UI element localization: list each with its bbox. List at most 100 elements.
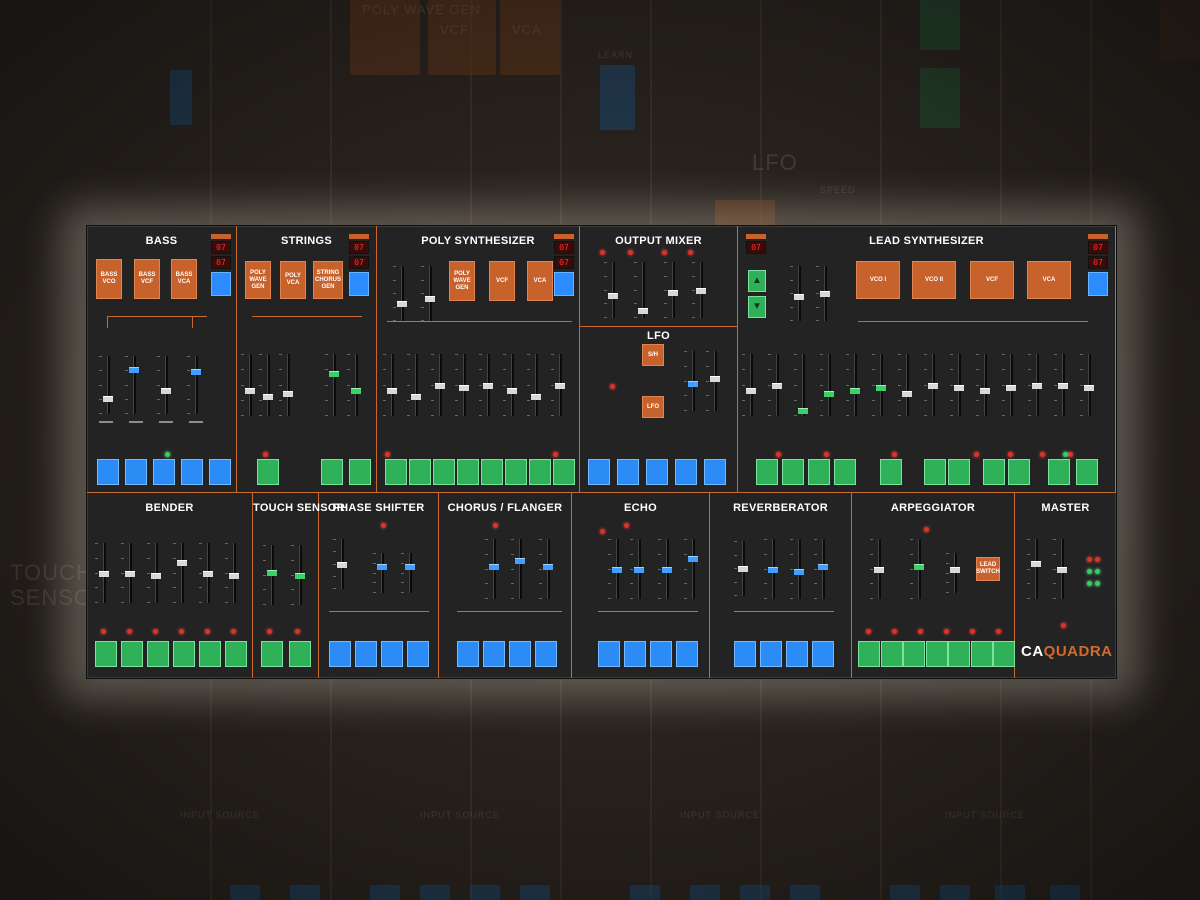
pad-button[interactable] bbox=[355, 641, 377, 667]
slider-knob[interactable] bbox=[902, 391, 912, 397]
slider-knob[interactable] bbox=[283, 391, 293, 397]
module-box[interactable]: POLY WAVE GEN bbox=[245, 261, 271, 299]
range-selector[interactable]: 07 07 bbox=[211, 234, 231, 296]
pad-button[interactable] bbox=[385, 459, 407, 485]
slider[interactable] bbox=[333, 539, 347, 589]
slider-knob[interactable] bbox=[798, 408, 808, 414]
slider-knob[interactable] bbox=[746, 388, 756, 394]
pad-button[interactable] bbox=[903, 641, 925, 667]
pad-button[interactable] bbox=[834, 459, 856, 485]
slider[interactable] bbox=[1080, 354, 1094, 416]
up-arrow-button[interactable]: ▲ bbox=[748, 270, 766, 292]
slider[interactable] bbox=[684, 539, 698, 599]
module-box[interactable]: VCA bbox=[1027, 261, 1071, 299]
pad-button[interactable] bbox=[970, 641, 993, 667]
slider[interactable] bbox=[455, 354, 469, 416]
slider-knob[interactable] bbox=[161, 388, 171, 394]
pad-button[interactable] bbox=[812, 641, 834, 667]
module-box[interactable]: LFO bbox=[642, 396, 664, 418]
slider[interactable] bbox=[664, 262, 678, 318]
slider[interactable] bbox=[527, 354, 541, 416]
pad-button[interactable] bbox=[924, 459, 946, 485]
slider-knob[interactable] bbox=[295, 573, 305, 579]
slider[interactable] bbox=[147, 543, 161, 603]
slider[interactable] bbox=[347, 354, 361, 416]
slider-knob[interactable] bbox=[483, 383, 493, 389]
range-button[interactable] bbox=[1088, 272, 1108, 296]
slider[interactable] bbox=[241, 354, 255, 416]
slider-knob[interactable] bbox=[820, 291, 830, 297]
slider[interactable] bbox=[658, 539, 672, 599]
module-box[interactable]: VCF bbox=[489, 261, 515, 301]
pad-button[interactable] bbox=[173, 641, 195, 667]
pad-button[interactable] bbox=[676, 641, 698, 667]
slider[interactable] bbox=[946, 553, 960, 593]
slider[interactable] bbox=[199, 543, 213, 603]
slider[interactable] bbox=[816, 266, 830, 321]
pad-button[interactable] bbox=[880, 641, 903, 667]
slider-knob[interactable] bbox=[634, 567, 644, 573]
range-selector[interactable]: 07 07 bbox=[349, 234, 369, 296]
slider[interactable] bbox=[768, 354, 782, 416]
pad-button[interactable] bbox=[147, 641, 169, 667]
pad-button[interactable] bbox=[1048, 459, 1070, 485]
slider-knob[interactable] bbox=[245, 388, 255, 394]
range-button[interactable] bbox=[211, 272, 231, 296]
pad-button[interactable] bbox=[289, 641, 311, 667]
slider[interactable] bbox=[551, 354, 565, 416]
slider-knob[interactable] bbox=[125, 571, 135, 577]
pad-button[interactable] bbox=[457, 459, 479, 485]
pad-button[interactable] bbox=[993, 641, 1015, 667]
slider-knob[interactable] bbox=[489, 564, 499, 570]
pad-button[interactable] bbox=[650, 641, 672, 667]
slider[interactable] bbox=[511, 539, 525, 599]
pad-button[interactable] bbox=[948, 459, 970, 485]
slider-knob[interactable] bbox=[397, 301, 407, 307]
slider[interactable] bbox=[910, 539, 924, 599]
slider-knob[interactable] bbox=[738, 566, 748, 572]
slider[interactable] bbox=[734, 541, 748, 596]
range-selector[interactable]: 07 07 bbox=[1088, 234, 1108, 296]
pad-button[interactable] bbox=[1076, 459, 1098, 485]
pad-button[interactable] bbox=[409, 459, 431, 485]
slider-knob[interactable] bbox=[608, 293, 618, 299]
down-arrow-button[interactable]: ▼ bbox=[748, 296, 766, 318]
slider[interactable] bbox=[950, 354, 964, 416]
slider-knob[interactable] bbox=[129, 367, 139, 373]
slider[interactable] bbox=[870, 539, 884, 599]
module-box[interactable]: BASS VCO bbox=[96, 259, 122, 299]
slider[interactable] bbox=[259, 354, 273, 416]
pad-button[interactable] bbox=[808, 459, 830, 485]
slider[interactable] bbox=[187, 356, 201, 414]
slider-knob[interactable] bbox=[203, 571, 213, 577]
slider-knob[interactable] bbox=[954, 385, 964, 391]
pad-button[interactable] bbox=[125, 459, 147, 485]
slider[interactable] bbox=[764, 539, 778, 599]
slider[interactable] bbox=[924, 354, 938, 416]
slider[interactable] bbox=[393, 266, 407, 321]
slider[interactable] bbox=[692, 262, 706, 318]
pad-button[interactable] bbox=[588, 459, 610, 485]
range-button[interactable] bbox=[349, 272, 369, 296]
slider-knob[interactable] bbox=[794, 294, 804, 300]
slider-knob[interactable] bbox=[191, 369, 201, 375]
slider-knob[interactable] bbox=[515, 558, 525, 564]
slider[interactable] bbox=[814, 539, 828, 599]
slider[interactable] bbox=[431, 354, 445, 416]
slider[interactable] bbox=[279, 354, 293, 416]
pad-button[interactable] bbox=[153, 459, 175, 485]
slider-knob[interactable] bbox=[377, 564, 387, 570]
pad-button[interactable] bbox=[675, 459, 697, 485]
module-box[interactable]: VCO I bbox=[856, 261, 900, 299]
slider[interactable] bbox=[872, 354, 886, 416]
slider-knob[interactable] bbox=[662, 567, 672, 573]
slider[interactable] bbox=[898, 354, 912, 416]
slider-knob[interactable] bbox=[329, 371, 339, 377]
slider-knob[interactable] bbox=[543, 564, 553, 570]
slider-knob[interactable] bbox=[1031, 561, 1041, 567]
pad-button[interactable] bbox=[782, 459, 804, 485]
pad-button[interactable] bbox=[756, 459, 778, 485]
slider[interactable] bbox=[539, 539, 553, 599]
pad-button[interactable] bbox=[329, 641, 351, 667]
pad-button[interactable] bbox=[535, 641, 557, 667]
